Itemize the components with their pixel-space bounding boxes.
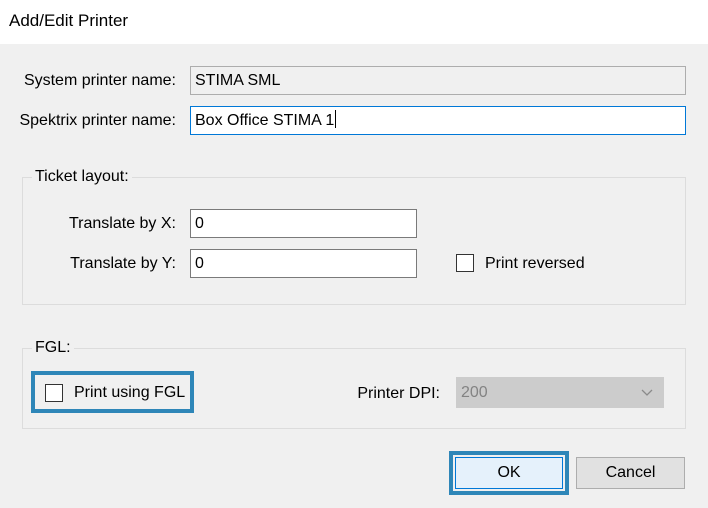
window-title: Add/Edit Printer <box>9 11 129 30</box>
system-printer-name-value: STIMA SML <box>195 72 281 89</box>
translate-x-input[interactable]: 0 <box>190 209 417 238</box>
translate-y-label: Translate by Y: <box>70 255 176 272</box>
system-printer-name-field: STIMA SML <box>190 66 686 95</box>
spektrix-printer-name-value: Box Office STIMA 1 <box>195 112 335 129</box>
spektrix-printer-name-input[interactable]: Box Office STIMA 1 <box>190 106 686 135</box>
ticket-layout-legend: Ticket layout: <box>32 168 132 186</box>
chevron-down-icon <box>641 389 653 396</box>
printer-dpi-select[interactable]: 200 <box>456 377 664 408</box>
printer-dpi-value: 200 <box>461 384 488 401</box>
ok-button[interactable]: OK <box>455 457 563 489</box>
printer-dpi-label: Printer DPI: <box>357 385 440 402</box>
ticket-layout-group <box>22 177 686 305</box>
print-reversed-label[interactable]: Print reversed <box>485 255 585 273</box>
text-caret <box>335 110 337 128</box>
system-printer-name-label: System printer name: <box>23 72 176 89</box>
spektrix-printer-name-label: Spektrix printer name: <box>19 112 176 129</box>
print-using-fgl-label[interactable]: Print using FGL <box>74 384 185 402</box>
translate-y-value: 0 <box>195 255 204 272</box>
print-reversed-checkbox[interactable] <box>456 254 474 272</box>
translate-x-label: Translate by X: <box>68 215 176 232</box>
add-edit-printer-dialog: Add/Edit Printer System printer name: ST… <box>0 0 708 508</box>
title-bar: Add/Edit Printer <box>0 0 708 44</box>
translate-x-value: 0 <box>195 215 204 232</box>
print-using-fgl-checkbox[interactable] <box>45 384 63 402</box>
fgl-legend: FGL: <box>32 339 74 357</box>
cancel-button[interactable]: Cancel <box>576 457 685 489</box>
translate-y-input[interactable]: 0 <box>190 249 417 278</box>
